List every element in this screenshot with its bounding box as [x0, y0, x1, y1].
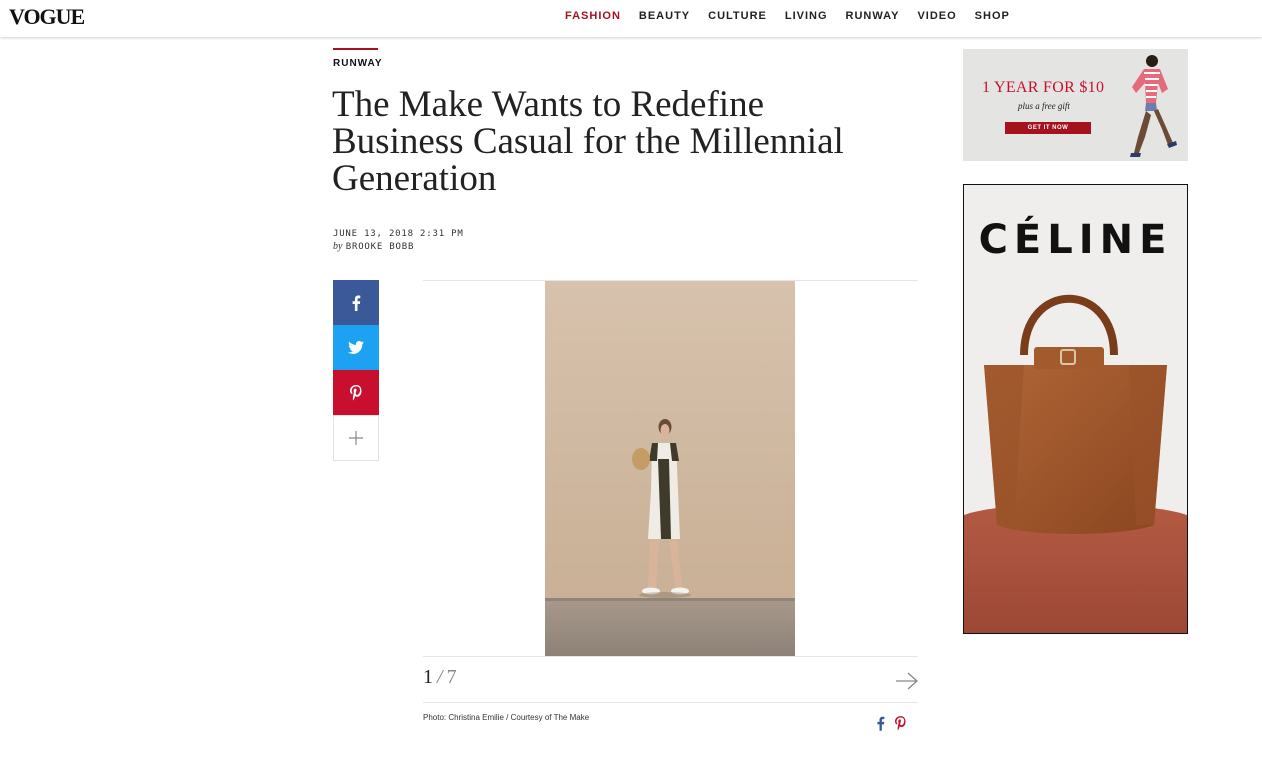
share-rail [333, 280, 379, 461]
gallery-photo[interactable] [545, 281, 795, 656]
ad-offer-subtitle: plus a free gift [1018, 101, 1070, 111]
share-more-button[interactable] [333, 415, 379, 461]
model-photo-image [545, 281, 795, 656]
arrow-right-icon [896, 672, 918, 690]
ad-get-it-now-button[interactable]: GET IT NOW [1005, 122, 1091, 134]
facebook-icon[interactable] [876, 716, 885, 731]
share-twitter-button[interactable] [333, 325, 379, 370]
nav-item-fashion[interactable]: FASHION [556, 10, 630, 22]
section-accent-rule [333, 48, 378, 50]
vogue-logo[interactable]: VOGUE [9, 4, 85, 30]
share-facebook-button[interactable] [333, 280, 379, 325]
nav-item-living[interactable]: LIVING [776, 10, 837, 22]
ad-brand-logo: CÉLINE [978, 217, 1173, 263]
nav-item-culture[interactable]: CULTURE [699, 10, 776, 22]
gallery-separator: / [437, 666, 443, 688]
gallery-total: 7 [446, 666, 457, 688]
pinterest-icon [350, 384, 362, 400]
nav-item-beauty[interactable]: BEAUTY [630, 10, 699, 22]
gallery-next-button[interactable] [894, 670, 920, 692]
plus-icon [349, 431, 363, 445]
nav-item-video[interactable]: VIDEO [908, 10, 965, 22]
share-pinterest-button[interactable] [333, 370, 379, 415]
ad-offer-title: 1 YEAR FOR $10 [982, 79, 1105, 96]
gallery-mid-divider [423, 656, 918, 657]
photo-share-links [876, 716, 906, 731]
article-date: JUNE 13, 2018 2:31 PM [333, 229, 464, 239]
pinterest-icon[interactable] [895, 716, 906, 731]
section-label[interactable]: RUNWAY [333, 58, 383, 69]
article-title: The Make Wants to Redefine Business Casu… [332, 84, 844, 199]
gallery-counter: 1/7 [423, 666, 457, 689]
top-navigation-bar: VOGUE FASHION BEAUTY CULTURE LIVING RUNW… [0, 0, 1262, 37]
ad-model-illustration [1130, 55, 1177, 157]
facebook-icon [352, 295, 361, 311]
celine-ad[interactable]: CÉLINE [963, 184, 1188, 634]
author-link[interactable]: BROOKE BOBB [346, 242, 414, 252]
ad-handbag-image [964, 294, 1187, 633]
nav-item-shop[interactable]: SHOP [966, 10, 1019, 22]
twitter-icon [348, 341, 364, 354]
article-byline: by BROOKE BOBB [333, 241, 414, 252]
subscription-ad[interactable]: 1 YEAR FOR $10 plus a free gift GET IT N… [963, 49, 1188, 161]
main-nav: FASHION BEAUTY CULTURE LIVING RUNWAY VID… [556, 10, 1019, 22]
nav-item-runway[interactable]: RUNWAY [837, 10, 909, 22]
photo-credit: Photo: Christina Emilie / Courtesy of Th… [423, 713, 590, 722]
gallery-current-index: 1 [423, 666, 433, 688]
gallery-bottom-divider [423, 702, 918, 703]
byline-prefix: by [333, 241, 343, 252]
